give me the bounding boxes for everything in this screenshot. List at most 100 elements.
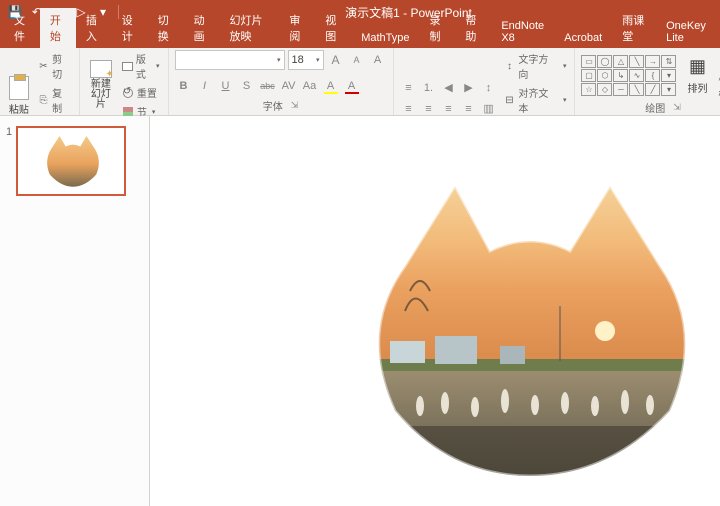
slide-canvas[interactable] [150, 116, 720, 506]
underline-button[interactable]: U [217, 77, 235, 95]
new-slide-label: 新建 幻灯片 [86, 80, 116, 110]
shape-arrow[interactable]: → [645, 55, 660, 68]
strike-button[interactable]: abc [259, 77, 277, 95]
decrease-indent-button[interactable]: ◀ [440, 79, 458, 97]
clear-format-button[interactable]: A [369, 51, 387, 69]
shape-rect[interactable]: ▭ [581, 55, 596, 68]
slide-thumbnail-1[interactable] [16, 126, 126, 196]
shape-brace[interactable]: { [645, 69, 660, 82]
text-direction-button[interactable]: ↕文字方向▾ [502, 50, 569, 82]
tab-transitions[interactable]: 切换 [148, 8, 184, 48]
layout-button[interactable]: 版式 ▾ [120, 50, 162, 82]
tab-file[interactable]: 文件 [4, 8, 40, 48]
scissors-icon: ✂ [38, 60, 49, 72]
shape-curve[interactable]: ∿ [629, 69, 644, 82]
reset-icon [123, 88, 133, 98]
change-case-button[interactable]: Aa [301, 77, 319, 95]
font-family-select[interactable]: ▾ [175, 50, 285, 70]
shape-line2[interactable]: ─ [613, 83, 628, 96]
chevron-down-icon: ▾ [152, 108, 156, 116]
paste-icon [9, 76, 29, 100]
bullets-button[interactable]: ≡ [400, 79, 418, 97]
align-text-button[interactable]: ⊟对齐文本▾ [502, 84, 569, 116]
numbering-button[interactable]: 1. [420, 79, 438, 97]
font-size-select[interactable]: 18▾ [288, 50, 324, 70]
group-drawing: ▭ ◯ △ ╲ → ⇅ ▢ ⬡ ↳ ∿ { ▾ ☆ ◇ ─ ╲ ╱ ▾ ▦ [575, 48, 720, 115]
tab-rain[interactable]: 雨课堂 [612, 8, 656, 48]
cut-button[interactable]: ✂剪切 [36, 50, 73, 82]
tab-record[interactable]: 录制 [420, 8, 456, 48]
tab-slideshow[interactable]: 幻灯片放映 [220, 8, 280, 48]
tab-endnote[interactable]: EndNote X8 [491, 16, 554, 48]
font-dialog-launcher[interactable]: ⇲ [291, 100, 299, 111]
align-left-button[interactable]: ≡ [400, 100, 418, 118]
layout-icon [122, 62, 133, 71]
reset-button[interactable]: 重置 [120, 84, 162, 101]
columns-button[interactable]: ▥ [480, 100, 498, 118]
shape-roundrect[interactable]: ▢ [581, 69, 596, 82]
arrange-button[interactable]: ▦ 排列 [680, 50, 714, 100]
chevron-down-icon: ▾ [316, 56, 320, 64]
shape-more[interactable]: ▾ [661, 69, 676, 82]
shadow-button[interactable]: S [238, 77, 256, 95]
reset-label: 重置 [137, 85, 157, 100]
align-center-button[interactable]: ≡ [420, 100, 438, 118]
increase-indent-button[interactable]: ▶ [460, 79, 478, 97]
drawing-dialog-launcher[interactable]: ⇲ [673, 102, 681, 113]
thumb-number: 1 [6, 126, 12, 196]
tab-view[interactable]: 视图 [315, 8, 351, 48]
shrink-font-button[interactable]: A [348, 51, 366, 69]
highlight-swatch [324, 92, 338, 94]
char-spacing-button[interactable]: AV [280, 77, 298, 95]
tab-review[interactable]: 审阅 [279, 8, 315, 48]
shape-line3[interactable]: ╲ [629, 83, 644, 96]
tab-insert[interactable]: 插入 [76, 8, 112, 48]
line-spacing-button[interactable]: ↕ [480, 79, 498, 97]
tab-onekey[interactable]: OneKey Lite [656, 16, 720, 48]
grow-font-button[interactable]: A [327, 51, 345, 69]
shape-expand[interactable]: ▾ [661, 83, 676, 96]
new-slide-button[interactable]: 新建 幻灯片 [86, 60, 116, 110]
highlight-color-button[interactable]: A [322, 77, 340, 95]
group-slides: 新建 幻灯片 版式▾ 重置 节▾ 幻灯片 [80, 48, 169, 115]
font-color-swatch [345, 92, 359, 94]
shape-callout[interactable]: ◇ [597, 83, 612, 96]
slide-thumbnails-panel: 1 [0, 116, 150, 506]
ribbon-tabs: 文件 开始 插入 设计 切换 动画 幻灯片放映 审阅 视图 MathType 录… [0, 24, 720, 48]
font-color-button[interactable]: A [343, 77, 361, 95]
tab-mathtype[interactable]: MathType [351, 28, 419, 48]
copy-icon: ⎘ [38, 94, 49, 106]
shape-hexagon[interactable]: ⬡ [597, 69, 612, 82]
arrange-label: 排列 [687, 80, 707, 95]
align-right-button[interactable]: ≡ [440, 100, 458, 118]
tab-design[interactable]: 设计 [112, 8, 148, 48]
cut-label: 剪切 [52, 51, 71, 81]
ribbon: 粘贴 ▾ ✂剪切 ⎘复制 ✎格式刷 剪贴板⇲ 新建 幻灯片 版式▾ 重置 节▾ … [0, 48, 720, 116]
bold-button[interactable]: B [175, 77, 193, 95]
tab-home[interactable]: 开始 [40, 8, 76, 48]
shape-line4[interactable]: ╱ [645, 83, 660, 96]
tab-animations[interactable]: 动画 [184, 8, 220, 48]
picture-cat-shape[interactable] [350, 171, 710, 481]
copy-button[interactable]: ⎘复制 [36, 84, 73, 116]
align-text-label: 对齐文本 [518, 85, 558, 115]
shape-connector[interactable]: ↳ [613, 69, 628, 82]
workspace: 1 [0, 116, 720, 506]
copy-label: 复制 [52, 85, 71, 115]
shape-updown[interactable]: ⇅ [661, 55, 676, 68]
layout-label: 版式 [136, 51, 151, 81]
tab-acrobat[interactable]: Acrobat [554, 28, 612, 48]
shape-line[interactable]: ╲ [629, 55, 644, 68]
shape-oval[interactable]: ◯ [597, 55, 612, 68]
justify-button[interactable]: ≡ [460, 100, 478, 118]
shape-star[interactable]: ☆ [581, 83, 596, 96]
shapes-gallery[interactable]: ▭ ◯ △ ╲ → ⇅ ▢ ⬡ ↳ ∿ { ▾ ☆ ◇ ─ ╲ ╱ ▾ [581, 55, 676, 96]
new-slide-icon [90, 60, 112, 78]
shape-triangle[interactable]: △ [613, 55, 628, 68]
text-direction-label: 文字方向 [518, 51, 558, 81]
chevron-down-icon: ▾ [156, 62, 160, 70]
italic-button[interactable]: I [196, 77, 214, 95]
group-font: ▾ 18▾ A A A B I U S abc AV Aa A A 字体⇲ [169, 48, 394, 115]
paste-label: 粘贴 [9, 101, 29, 116]
tab-help[interactable]: 帮助 [455, 8, 491, 48]
